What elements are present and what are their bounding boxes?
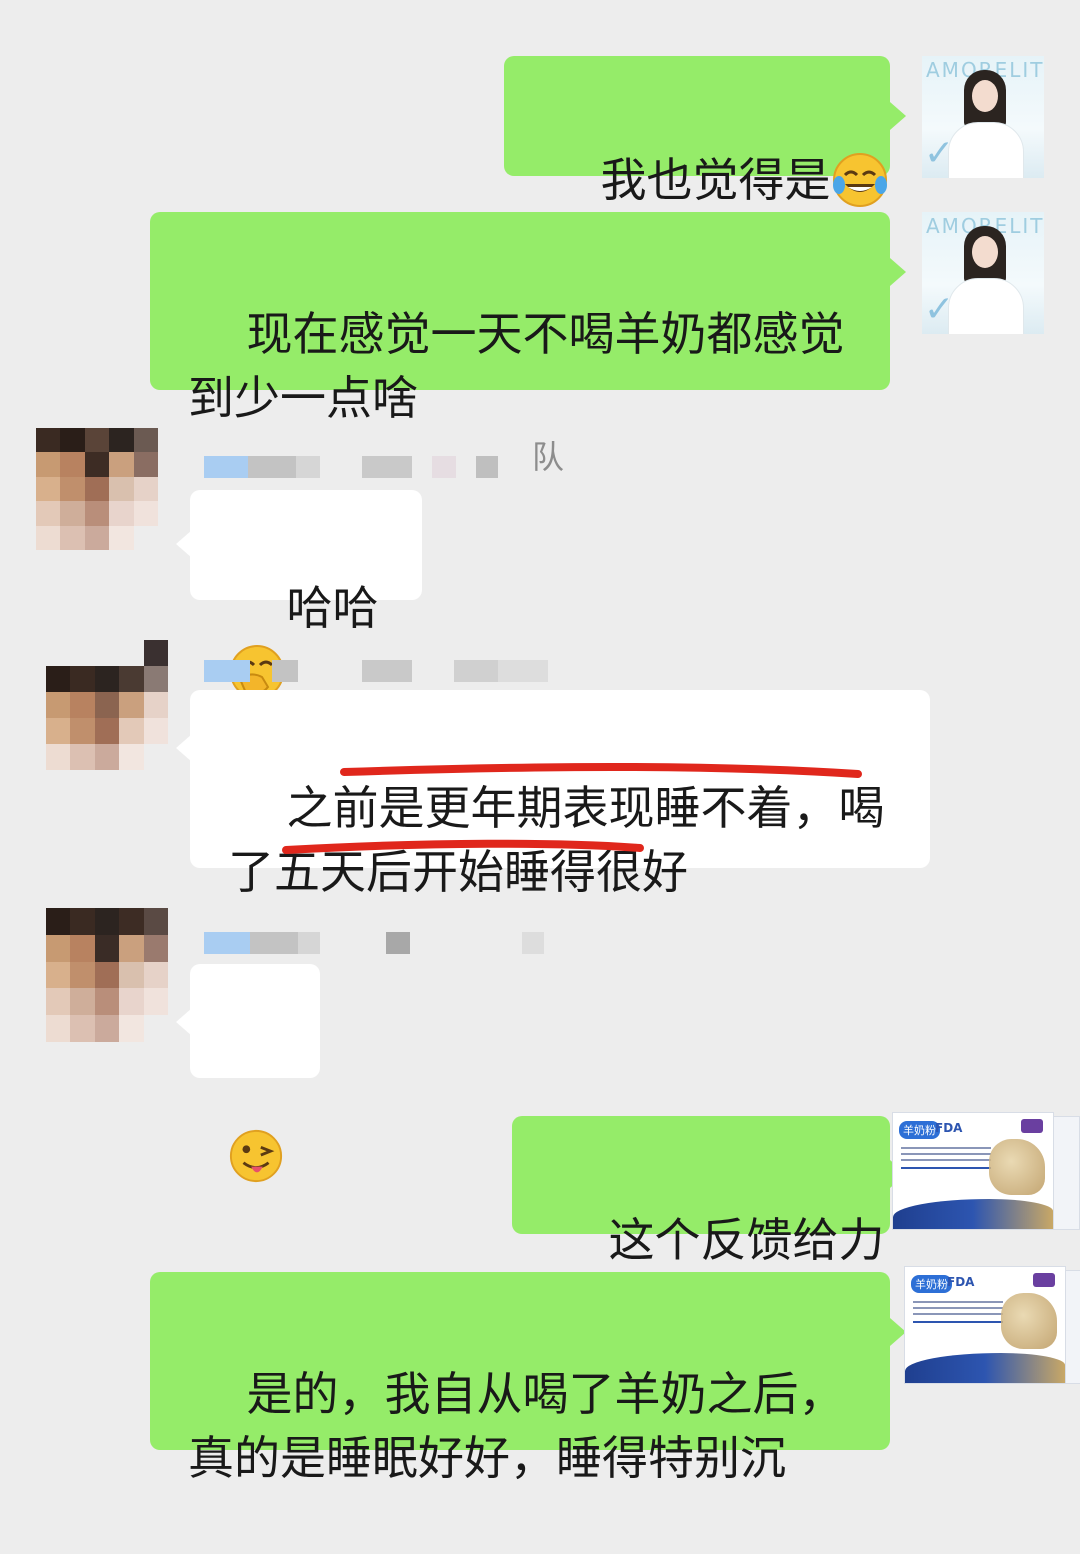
product-box: 羊奶粉 FDA [892,1112,1054,1230]
check-icon: ✓ [924,133,955,174]
message-bubble[interactable]: 这个反馈给力 [512,1116,890,1267]
message-text: 哈哈 [286,581,379,635]
fda-logo: FDA [947,1275,975,1289]
product-box-avatar[interactable]: 羊奶粉 FDA [892,1112,1080,1232]
product-box-avatar[interactable]: 羊奶粉 FDA [904,1266,1080,1386]
sender-name [204,932,570,954]
message-bubble[interactable]: 现在感觉一天不喝羊奶都感觉 到少一点啥 [150,212,890,425]
product-box-side [1066,1270,1080,1384]
avatar-body [948,122,1024,178]
avatar-face [972,80,998,112]
brand-logo: 羊奶粉 [911,1275,952,1293]
brand-logo: 羊奶粉 [899,1121,940,1139]
message-bubble[interactable] [190,964,320,1182]
my-avatar[interactable]: AMORELITY ✓ [922,56,1044,178]
message-text: 现在感觉一天不喝羊奶都感觉 到少一点啥 [188,307,845,425]
sender-name [204,456,524,478]
tears-of-joy-emoji-icon [832,152,887,207]
fda-logo: FDA [935,1121,963,1135]
bubble-tail [890,102,906,130]
avatar-face [972,236,998,268]
sender-name [204,660,570,682]
message-bubble[interactable]: 我也觉得是 [504,56,890,207]
message-bubble[interactable]: 哈哈 [190,490,422,699]
avatar-body [948,278,1024,334]
product-wave [893,1199,1053,1229]
product-wave [905,1353,1065,1383]
message-bubble[interactable]: 是的，我自从喝了羊奶之后， 真的是睡眠好好，睡得特别沉 [150,1272,890,1485]
message-text: 我也觉得是 [600,153,831,207]
goat-icon [989,1139,1045,1195]
product-text-lines [901,1147,991,1149]
check-icon: ✓ [924,289,955,330]
message-text: 是的，我自从喝了羊奶之后， 真的是睡眠好好，睡得特别沉 [188,1367,845,1485]
bubble-tail [890,258,906,286]
goat-icon [1001,1293,1057,1349]
sender-name-suffix: 队 [532,438,565,476]
contact-avatar[interactable] [36,428,158,550]
badge-icon [1021,1119,1043,1133]
badge-icon [1033,1273,1055,1287]
contact-avatar[interactable] [46,908,168,1042]
product-box: 羊奶粉 FDA [904,1266,1066,1384]
red-underline-annotation [282,763,862,854]
product-text-lines [913,1301,1003,1303]
my-avatar[interactable]: AMORELITY ✓ [922,212,1044,334]
product-box-side [1054,1116,1080,1230]
message-text: 这个反馈给力 [608,1213,885,1267]
contact-avatar[interactable] [46,640,168,770]
winking-tongue-emoji-icon [229,1129,283,1182]
